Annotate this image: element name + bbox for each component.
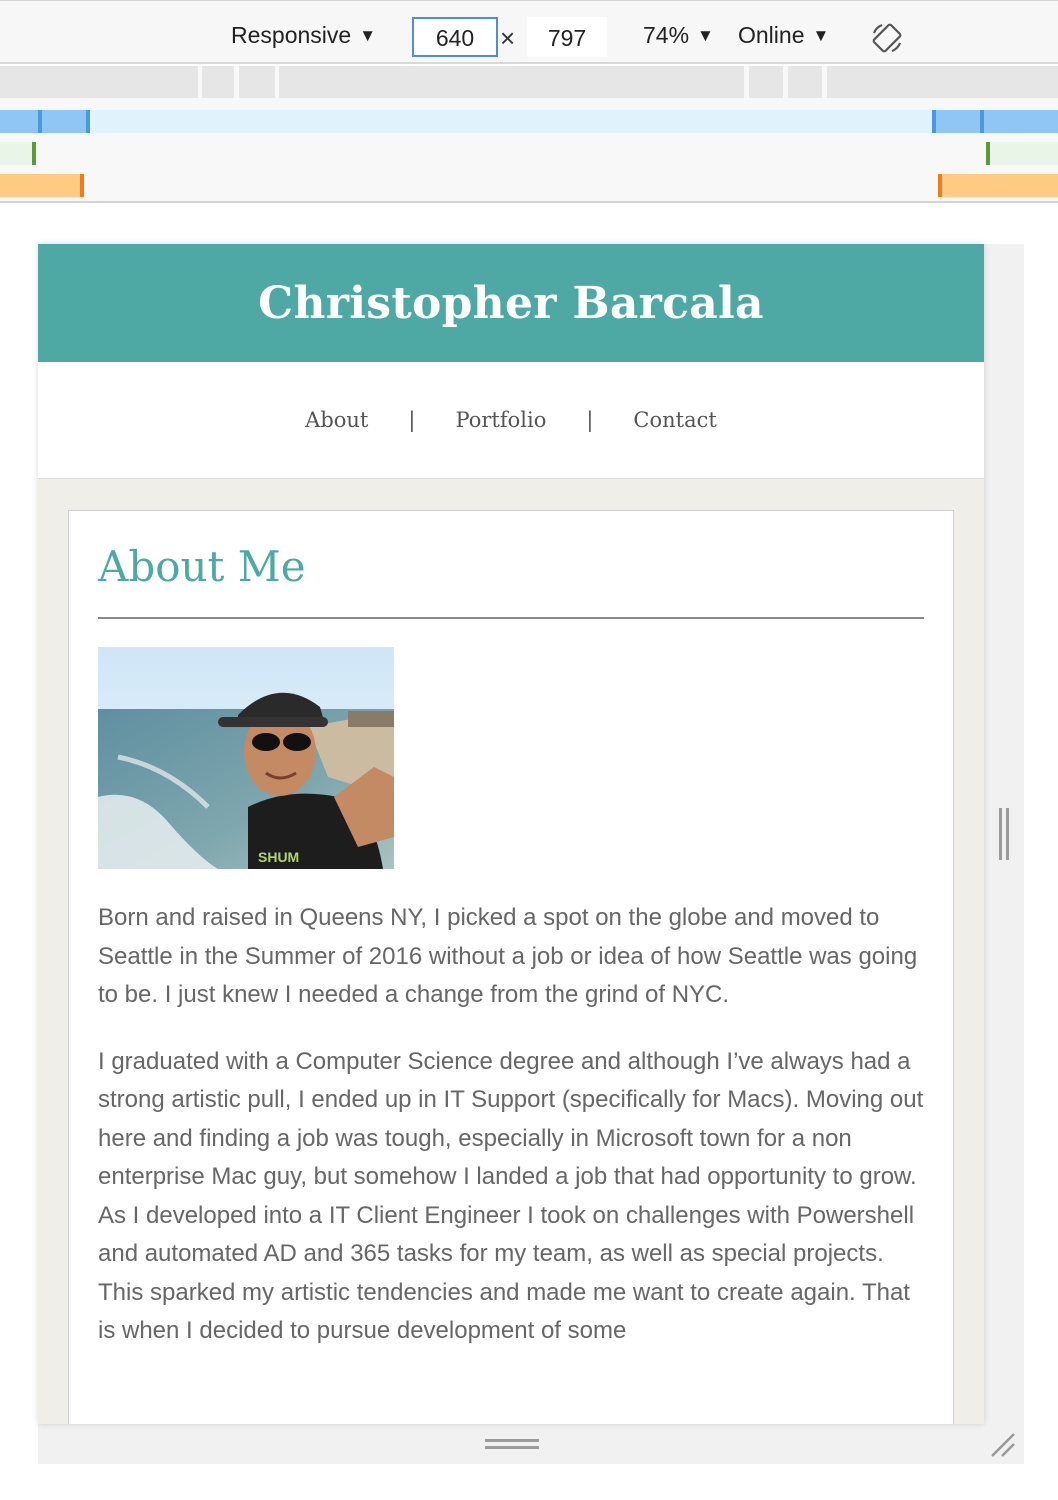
resize-handle-bottom[interactable]: [485, 1438, 539, 1450]
nav-separator: |: [408, 408, 416, 432]
min-width-query-bar[interactable]: [0, 174, 84, 197]
throttle-select[interactable]: Online ▼: [738, 15, 829, 55]
breakpoint-segment[interactable]: [0, 66, 198, 98]
about-heading: About Me: [98, 542, 306, 591]
query-marker: [80, 174, 84, 197]
max-width-query-bar[interactable]: [0, 110, 90, 133]
nav-link-contact[interactable]: Contact: [633, 408, 716, 432]
breakpoint-segment[interactable]: [202, 66, 234, 98]
dropdown-arrow-icon: ▼: [697, 26, 714, 45]
about-paragraph: I graduated with a Computer Science degr…: [98, 1047, 924, 1345]
device-select[interactable]: Responsive ▼: [231, 15, 376, 55]
site-nav: About | Portfolio | Contact: [38, 362, 984, 479]
dropdown-arrow-icon: ▼: [812, 26, 830, 45]
max-width-query-bar[interactable]: [0, 110, 1058, 133]
profile-photo: SHUM: [98, 647, 394, 869]
dimension-separator: ×: [500, 23, 516, 53]
min-width-query-bar[interactable]: [938, 174, 1058, 197]
throttle-label: Online: [738, 22, 805, 48]
main-content: About Me SHUM Born and raised in Queens …: [38, 479, 984, 1424]
breakpoint-segment[interactable]: [827, 66, 1058, 98]
about-card: About Me SHUM Born and raised in Queens …: [68, 510, 954, 1424]
query-marker: [38, 110, 42, 133]
query-marker: [986, 142, 990, 165]
breakpoint-segment[interactable]: [239, 66, 275, 98]
site-header: Christopher Barcala: [38, 244, 984, 362]
query-marker: [932, 110, 936, 133]
resize-handle-right[interactable]: [998, 808, 1010, 860]
viewport-height-input[interactable]: 797: [527, 17, 607, 57]
nav-link-about[interactable]: About: [305, 408, 368, 432]
breakpoint-segment[interactable]: [279, 66, 744, 98]
query-marker: [32, 142, 36, 165]
nav-separator: |: [586, 408, 594, 432]
query-marker: [980, 110, 984, 133]
breakpoint-segment[interactable]: [749, 66, 783, 98]
resize-handle-corner[interactable]: [990, 1432, 1018, 1460]
device-toolbar: Responsive ▼ 640 × 797 74% ▼ Online ▼: [0, 0, 1058, 64]
min-max-query-bar[interactable]: [986, 142, 1058, 165]
heading-divider: [98, 617, 924, 619]
min-max-query-bar[interactable]: [0, 142, 36, 165]
nav-link-portfolio[interactable]: Portfolio: [455, 408, 546, 432]
zoom-label: 74%: [643, 22, 690, 48]
rotate-icon[interactable]: [870, 21, 904, 55]
viewport-width-input[interactable]: 640: [412, 17, 498, 57]
breakpoint-segment[interactable]: [788, 66, 822, 98]
site-title[interactable]: Christopher Barcala: [258, 278, 764, 329]
emulated-viewport: Christopher Barcala About | Portfolio | …: [38, 244, 984, 1424]
device-select-label: Responsive: [231, 22, 352, 48]
media-query-bars: [0, 66, 1058, 203]
query-marker: [938, 174, 942, 197]
max-width-query-bar[interactable]: [932, 110, 1058, 133]
zoom-select[interactable]: 74% ▼: [643, 15, 714, 55]
about-paragraph: Born and raised in Queens NY, I picked a…: [98, 904, 918, 1008]
svg-text:SHUM: SHUM: [258, 849, 299, 865]
query-marker: [86, 110, 90, 133]
dropdown-arrow-icon: ▼: [359, 26, 377, 45]
